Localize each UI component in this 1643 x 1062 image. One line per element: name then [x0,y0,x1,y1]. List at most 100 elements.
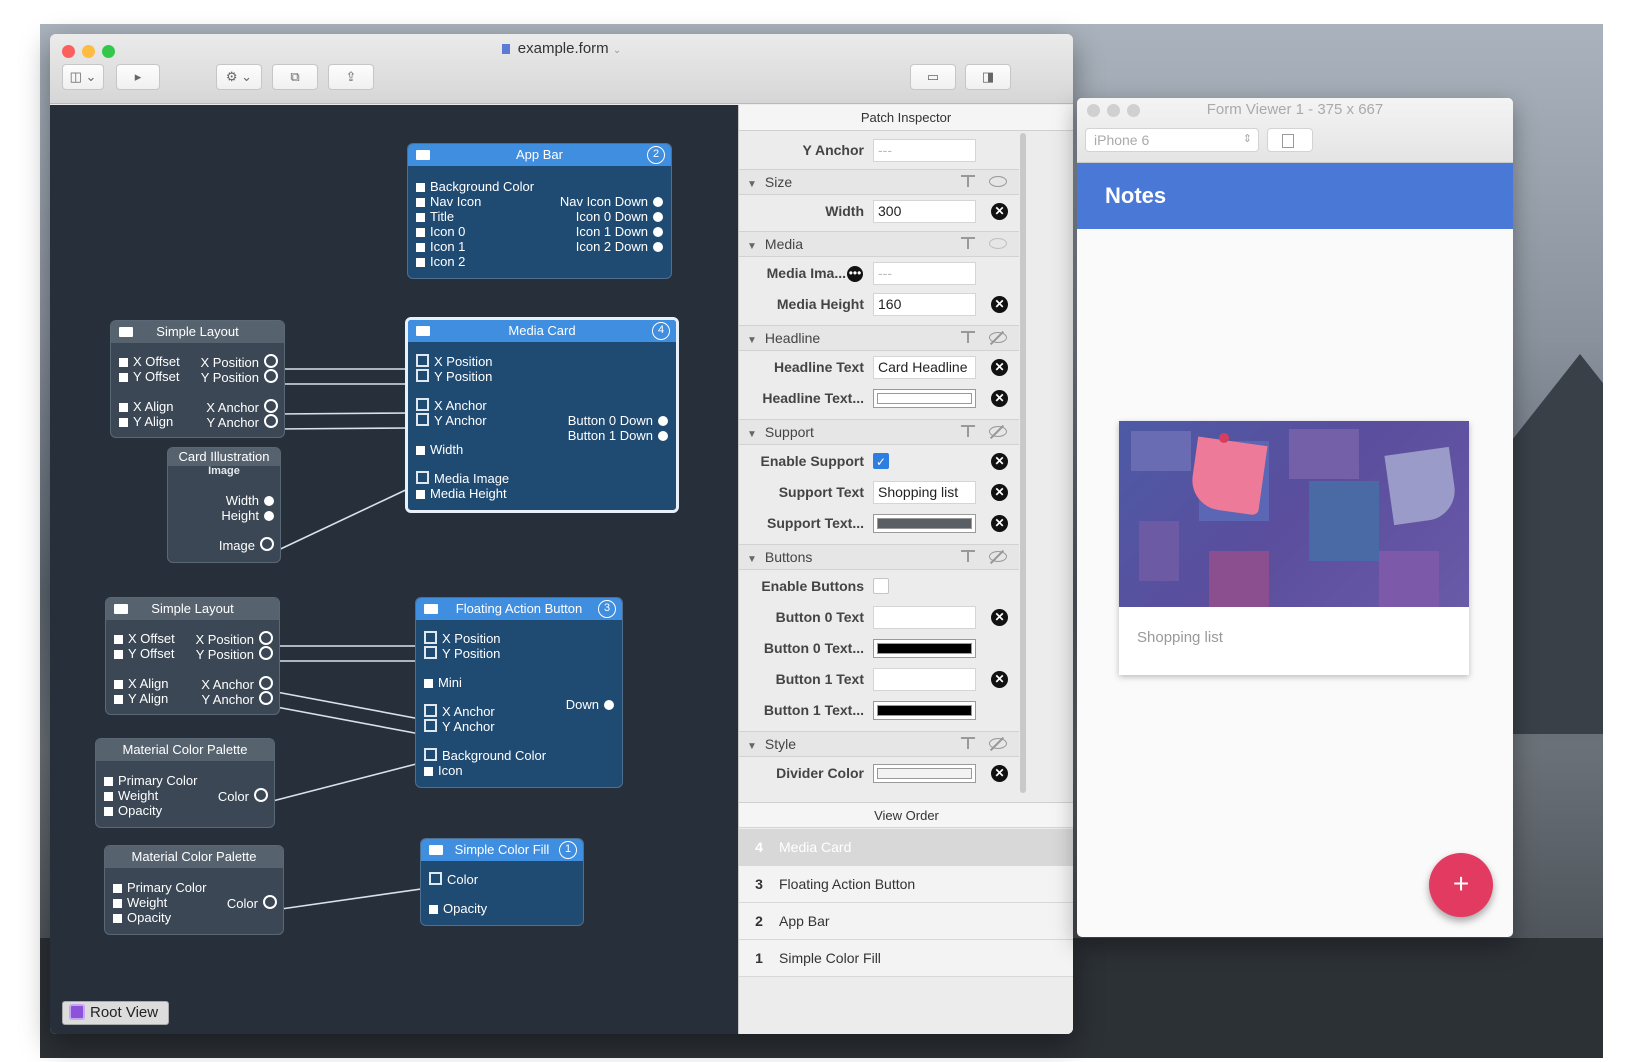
clear-icon[interactable]: ✕ [991,359,1008,376]
input-port[interactable]: Opacity [104,803,162,818]
input-port[interactable]: X Align [119,399,173,414]
input-port[interactable]: Opacity [113,910,171,925]
support-color-well[interactable] [873,514,976,533]
clear-icon[interactable]: ✕ [991,484,1008,501]
eye-slash-icon[interactable] [989,332,1007,343]
preview-button[interactable]: ▸ [116,64,160,90]
section-media[interactable]: ▼ Media [739,231,1019,257]
node-card-illustration[interactable]: Card Illustration Image Width Height Ima… [167,447,281,563]
clear-icon[interactable]: ✕ [991,390,1008,407]
output-port[interactable]: Button 0 Down [568,413,668,428]
duplicate-button[interactable]: ⧉ [272,64,318,90]
button1-color-well[interactable] [873,701,976,720]
output-port[interactable]: Y Anchor [206,414,278,430]
pin-icon[interactable] [961,425,975,439]
divider-color-well[interactable] [873,764,976,783]
settings-menu-button[interactable]: ⚙ ⌄ [216,64,262,90]
clear-icon[interactable]: ✕ [991,515,1008,532]
output-port[interactable]: Icon 1 Down [576,224,663,239]
output-port[interactable]: Image [219,537,274,553]
pin-icon[interactable] [961,331,975,345]
node-simple-color-fill[interactable]: Simple Color Fill 1 Color Opacity [420,838,584,926]
input-port[interactable]: X Position [424,631,501,646]
input-port[interactable]: Y Position [424,646,500,661]
input-port[interactable]: Y Align [114,691,168,706]
input-port[interactable]: Icon 2 [416,254,465,269]
clear-icon[interactable]: ✕ [991,671,1008,688]
pin-icon[interactable] [961,550,975,564]
button1-text-field[interactable] [873,668,976,691]
pin-icon[interactable] [961,175,975,189]
pin-icon[interactable] [961,237,975,251]
enable-buttons-checkbox[interactable] [873,578,889,594]
device-select[interactable]: iPhone 6 ⇕ [1085,128,1259,152]
input-port[interactable]: Weight [104,788,158,803]
pin-icon[interactable] [961,737,975,751]
view-order-item[interactable]: 2 App Bar [739,903,1073,940]
output-port[interactable]: Color [227,895,277,911]
eye-icon[interactable] [989,176,1007,187]
output-port[interactable]: X Anchor [206,399,278,415]
input-port[interactable]: X Offset [119,354,180,369]
clear-icon[interactable]: ✕ [991,765,1008,782]
node-floating-action-button[interactable]: Floating Action Button 3 X Position Y Pos… [415,597,623,788]
output-port[interactable]: Height [221,508,274,523]
input-port[interactable]: Icon 0 [416,224,465,239]
input-port[interactable]: Background Color [424,748,546,763]
media-card[interactable]: Shopping list [1119,421,1469,675]
clear-icon[interactable]: ✕ [991,296,1008,313]
input-port[interactable]: X Offset [114,631,175,646]
view-menu-button[interactable]: ◫ ⌄ [62,64,104,90]
patch-canvas[interactable]: App Bar 2 Background Color Nav Icon Title… [50,105,738,1034]
media-image-field[interactable]: --- [873,262,976,285]
output-port[interactable]: X Anchor [201,676,273,692]
input-port[interactable]: Width [416,442,463,457]
enable-support-checkbox[interactable]: ✓ [873,453,889,469]
root-view-button[interactable]: Root View [62,1001,170,1025]
input-port[interactable]: Nav Icon [416,194,481,209]
media-height-field[interactable]: 160 [873,293,976,316]
section-size[interactable]: ▼ Size [739,169,1019,195]
clear-icon[interactable]: ✕ [991,609,1008,626]
input-port[interactable]: Y Align [119,414,173,429]
input-port[interactable]: Weight [113,895,167,910]
output-port[interactable]: Down [566,697,614,712]
eye-slash-icon[interactable] [989,551,1007,562]
input-port[interactable]: Background Color [416,179,534,194]
output-port[interactable]: Y Position [196,646,273,662]
view-order-item[interactable]: 4 Media Card [739,829,1073,866]
output-port[interactable]: Width [226,493,274,508]
section-support[interactable]: ▼ Support [739,419,1019,445]
input-port[interactable]: Icon 1 [416,239,465,254]
clear-icon[interactable]: ✕ [991,453,1008,470]
y-anchor-field[interactable]: --- [873,139,976,162]
button0-color-well[interactable] [873,639,976,658]
node-media-card[interactable]: Media Card 4 X Position Y Position X Anch… [405,317,679,513]
clear-icon[interactable]: ✕ [991,203,1008,220]
input-port[interactable]: Y Anchor [424,719,495,734]
output-port[interactable]: Nav Icon Down [560,194,663,209]
input-port[interactable]: Y Anchor [416,413,487,428]
input-port[interactable]: Media Image [416,471,509,486]
input-port[interactable]: Mini [424,675,462,690]
button0-text-field[interactable] [873,606,976,629]
eye-slash-icon[interactable] [989,738,1007,749]
rotate-device-button[interactable] [1267,128,1313,152]
input-port[interactable]: X Anchor [416,398,487,413]
output-port[interactable]: Color [218,788,268,804]
input-port[interactable]: Opacity [429,901,487,916]
node-app-bar[interactable]: App Bar 2 Background Color Nav Icon Title… [407,143,672,279]
input-port[interactable]: Y Position [416,369,492,384]
input-port[interactable]: Primary Color [113,880,206,895]
headline-color-well[interactable] [873,389,976,408]
output-port[interactable]: Icon 0 Down [576,209,663,224]
floating-action-button[interactable]: + [1429,853,1493,917]
eye-slash-icon[interactable] [989,426,1007,437]
headline-text-field[interactable]: Card Headline [873,356,976,379]
view-order-item[interactable]: 3 Floating Action Button [739,866,1073,903]
input-port[interactable]: Icon [424,763,463,778]
input-port[interactable]: X Position [416,354,493,369]
section-buttons[interactable]: ▼ Buttons [739,544,1019,570]
more-icon[interactable]: ••• [847,266,863,282]
share-button[interactable]: ⇪ [328,64,374,90]
